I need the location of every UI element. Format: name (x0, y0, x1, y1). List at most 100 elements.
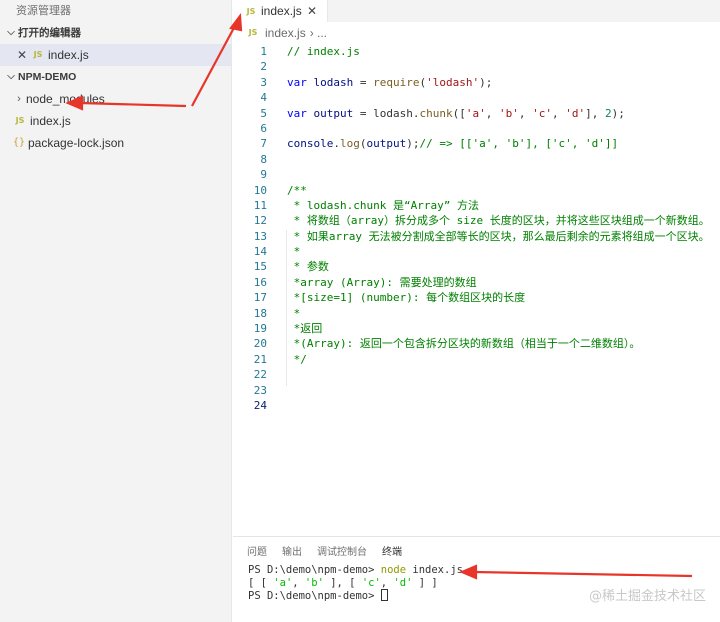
tab-terminal[interactable]: 终端 (382, 543, 402, 558)
tree-item-label: index.js (30, 114, 71, 128)
line-number: 6 (260, 121, 267, 135)
code-editor[interactable]: 1 // index.js 2 3 var lodash = require('lo… (233, 44, 720, 413)
code-text: * (287, 245, 301, 259)
chevron-right-icon: › (17, 93, 21, 105)
js-file-icon: JS (246, 6, 256, 16)
code-text: var output = lodash.chunk(['a', 'b', 'c'… (287, 106, 625, 120)
line-number: 23 (253, 383, 267, 397)
breadcrumb: JS index.js › ... (233, 22, 720, 44)
code-line: 1 // index.js (233, 44, 720, 59)
json-file-icon: {} (12, 137, 26, 148)
line-number: 7 (260, 137, 267, 151)
breadcrumb-rest[interactable]: › ... (310, 22, 327, 44)
line-number: 18 (253, 306, 267, 320)
open-editors-header[interactable]: ⌵ 打开的编辑器 (0, 22, 231, 44)
code-line: 4 (233, 90, 720, 105)
tab-problems[interactable]: 问题 (247, 543, 267, 558)
code-line: 12 * 将数组（array）拆分成多个 size 长度的区块，并将这些区块组成… (233, 213, 720, 228)
breadcrumb-file[interactable]: index.js (265, 22, 306, 44)
line-number: 5 (260, 106, 267, 120)
line-number: 14 (253, 245, 267, 259)
line-number: 16 (253, 275, 267, 289)
code-line: 7 console.log(output);// => [['a', 'b'], … (233, 136, 720, 151)
line-number: 9 (260, 168, 267, 182)
code-text: /** (287, 183, 307, 197)
line-number: 20 (253, 337, 267, 351)
code-text: * lodash.chunk 是“Array” 方法 (287, 198, 479, 212)
code-text: * 将数组（array）拆分成多个 size 长度的区块，并将这些区块组成一个新… (287, 214, 710, 228)
code-line: 3 var lodash = require('lodash'); (233, 75, 720, 90)
line-number: 1 (260, 45, 267, 58)
code-line: 10 /** (233, 183, 720, 198)
terminal-line: PS D:\demo\npm-demo> node index.js (248, 564, 463, 576)
code-line: 18 * (233, 306, 720, 321)
code-text: var lodash = require('lodash'); (287, 75, 493, 89)
line-number: 21 (253, 352, 267, 366)
line-number: 10 (253, 183, 267, 197)
line-number: 15 (253, 260, 267, 274)
tree-item-package-lock[interactable]: {} package-lock.json (0, 132, 231, 154)
line-number: 3 (260, 75, 267, 89)
code-line: 6 (233, 121, 720, 136)
code-line: 13 * 如果array 无法被分割成全部等长的区块，那么最后剩余的元素将组成一… (233, 229, 720, 244)
tree-item-index-js[interactable]: JS index.js (0, 110, 231, 132)
line-number: 22 (253, 368, 267, 382)
line-number: 19 (253, 322, 267, 336)
tab-bar: JS index.js ✕ (233, 0, 720, 22)
tree-item-label: node_modules (26, 92, 105, 106)
code-line: 16 *array (Array): 需要处理的数组 (233, 275, 720, 290)
code-line: 21 */ (233, 352, 720, 367)
tab-index-js[interactable]: JS index.js ✕ (233, 0, 328, 22)
tab-output[interactable]: 输出 (282, 543, 302, 558)
code-line: 17 *[size=1] (number): 每个数组区块的长度 (233, 290, 720, 305)
code-line: 19 *返回 (233, 321, 720, 336)
code-text: console.log(output);// => [['a', 'b'], [… (287, 137, 619, 151)
explorer-title: 资源管理器 (16, 5, 71, 17)
line-number: 2 (260, 60, 267, 74)
editor: JS index.js ✕ JS index.js › ... 1 // inde… (233, 0, 720, 536)
code-line: 14 * (233, 244, 720, 259)
tab-label: index.js (261, 4, 302, 18)
bottom-panel: 问题 输出 调试控制台 终端 PS D:\demo\npm-demo> node… (233, 536, 720, 622)
line-number: 13 (253, 229, 267, 243)
code-line: 9 (233, 167, 720, 182)
chevron-down-icon: ⌵ (7, 71, 15, 82)
code-line: 24 (233, 398, 720, 413)
code-text: * 参数 (287, 260, 329, 274)
tab-debug-console[interactable]: 调试控制台 (317, 543, 367, 558)
line-number: 17 (253, 291, 267, 305)
tree-item-label: package-lock.json (28, 136, 125, 150)
explorer-sidebar: 资源管理器 ⌵ 打开的编辑器 ✕ JS index.js ⌵ NPM-DEMO … (0, 0, 232, 622)
close-icon[interactable]: ✕ (14, 44, 30, 66)
code-text: *[size=1] (number): 每个数组区块的长度 (287, 291, 526, 305)
line-number: 11 (253, 198, 267, 212)
code-text: * (287, 306, 301, 320)
js-file-icon: JS (248, 28, 258, 37)
open-editors-label: 打开的编辑器 (18, 27, 81, 39)
js-file-icon: JS (33, 50, 43, 59)
code-line: 20 *(Array): 返回一个包含拆分区块的新数组（相当于一个二维数组）。 (233, 336, 720, 351)
line-number: 12 (253, 214, 267, 228)
open-editor-item-index-js[interactable]: ✕ JS index.js (0, 44, 231, 66)
code-line: 11 * lodash.chunk 是“Array” 方法 (233, 198, 720, 213)
open-editor-label: index.js (48, 48, 89, 62)
line-number: 4 (260, 91, 267, 105)
code-text: *(Array): 返回一个包含拆分区块的新数组（相当于一个二维数组）。 (287, 337, 641, 351)
line-number: 8 (260, 152, 267, 166)
code-line: 2 (233, 59, 720, 74)
code-text: // index.js (287, 45, 360, 58)
code-line: 5 var output = lodash.chunk(['a', 'b', 'c… (233, 106, 720, 121)
code-text: * 如果array 无法被分割成全部等长的区块，那么最后剩余的元素将组成一个区块… (287, 229, 710, 243)
project-header[interactable]: ⌵ NPM-DEMO (0, 66, 231, 88)
close-icon[interactable]: ✕ (307, 4, 317, 18)
panel-tabs: 问题 输出 调试控制台 终端 (233, 537, 720, 564)
code-text: *返回 (287, 322, 323, 336)
terminal-cursor (380, 589, 388, 601)
code-line: 23 (233, 383, 720, 398)
indent-guide (286, 230, 287, 386)
tree-item-node-modules[interactable]: › node_modules (0, 88, 231, 110)
chevron-down-icon: ⌵ (7, 27, 15, 38)
code-text: *array (Array): 需要处理的数组 (287, 275, 477, 289)
watermark: @稀土掘金技术社区 (588, 589, 706, 604)
code-line: 8 (233, 152, 720, 167)
